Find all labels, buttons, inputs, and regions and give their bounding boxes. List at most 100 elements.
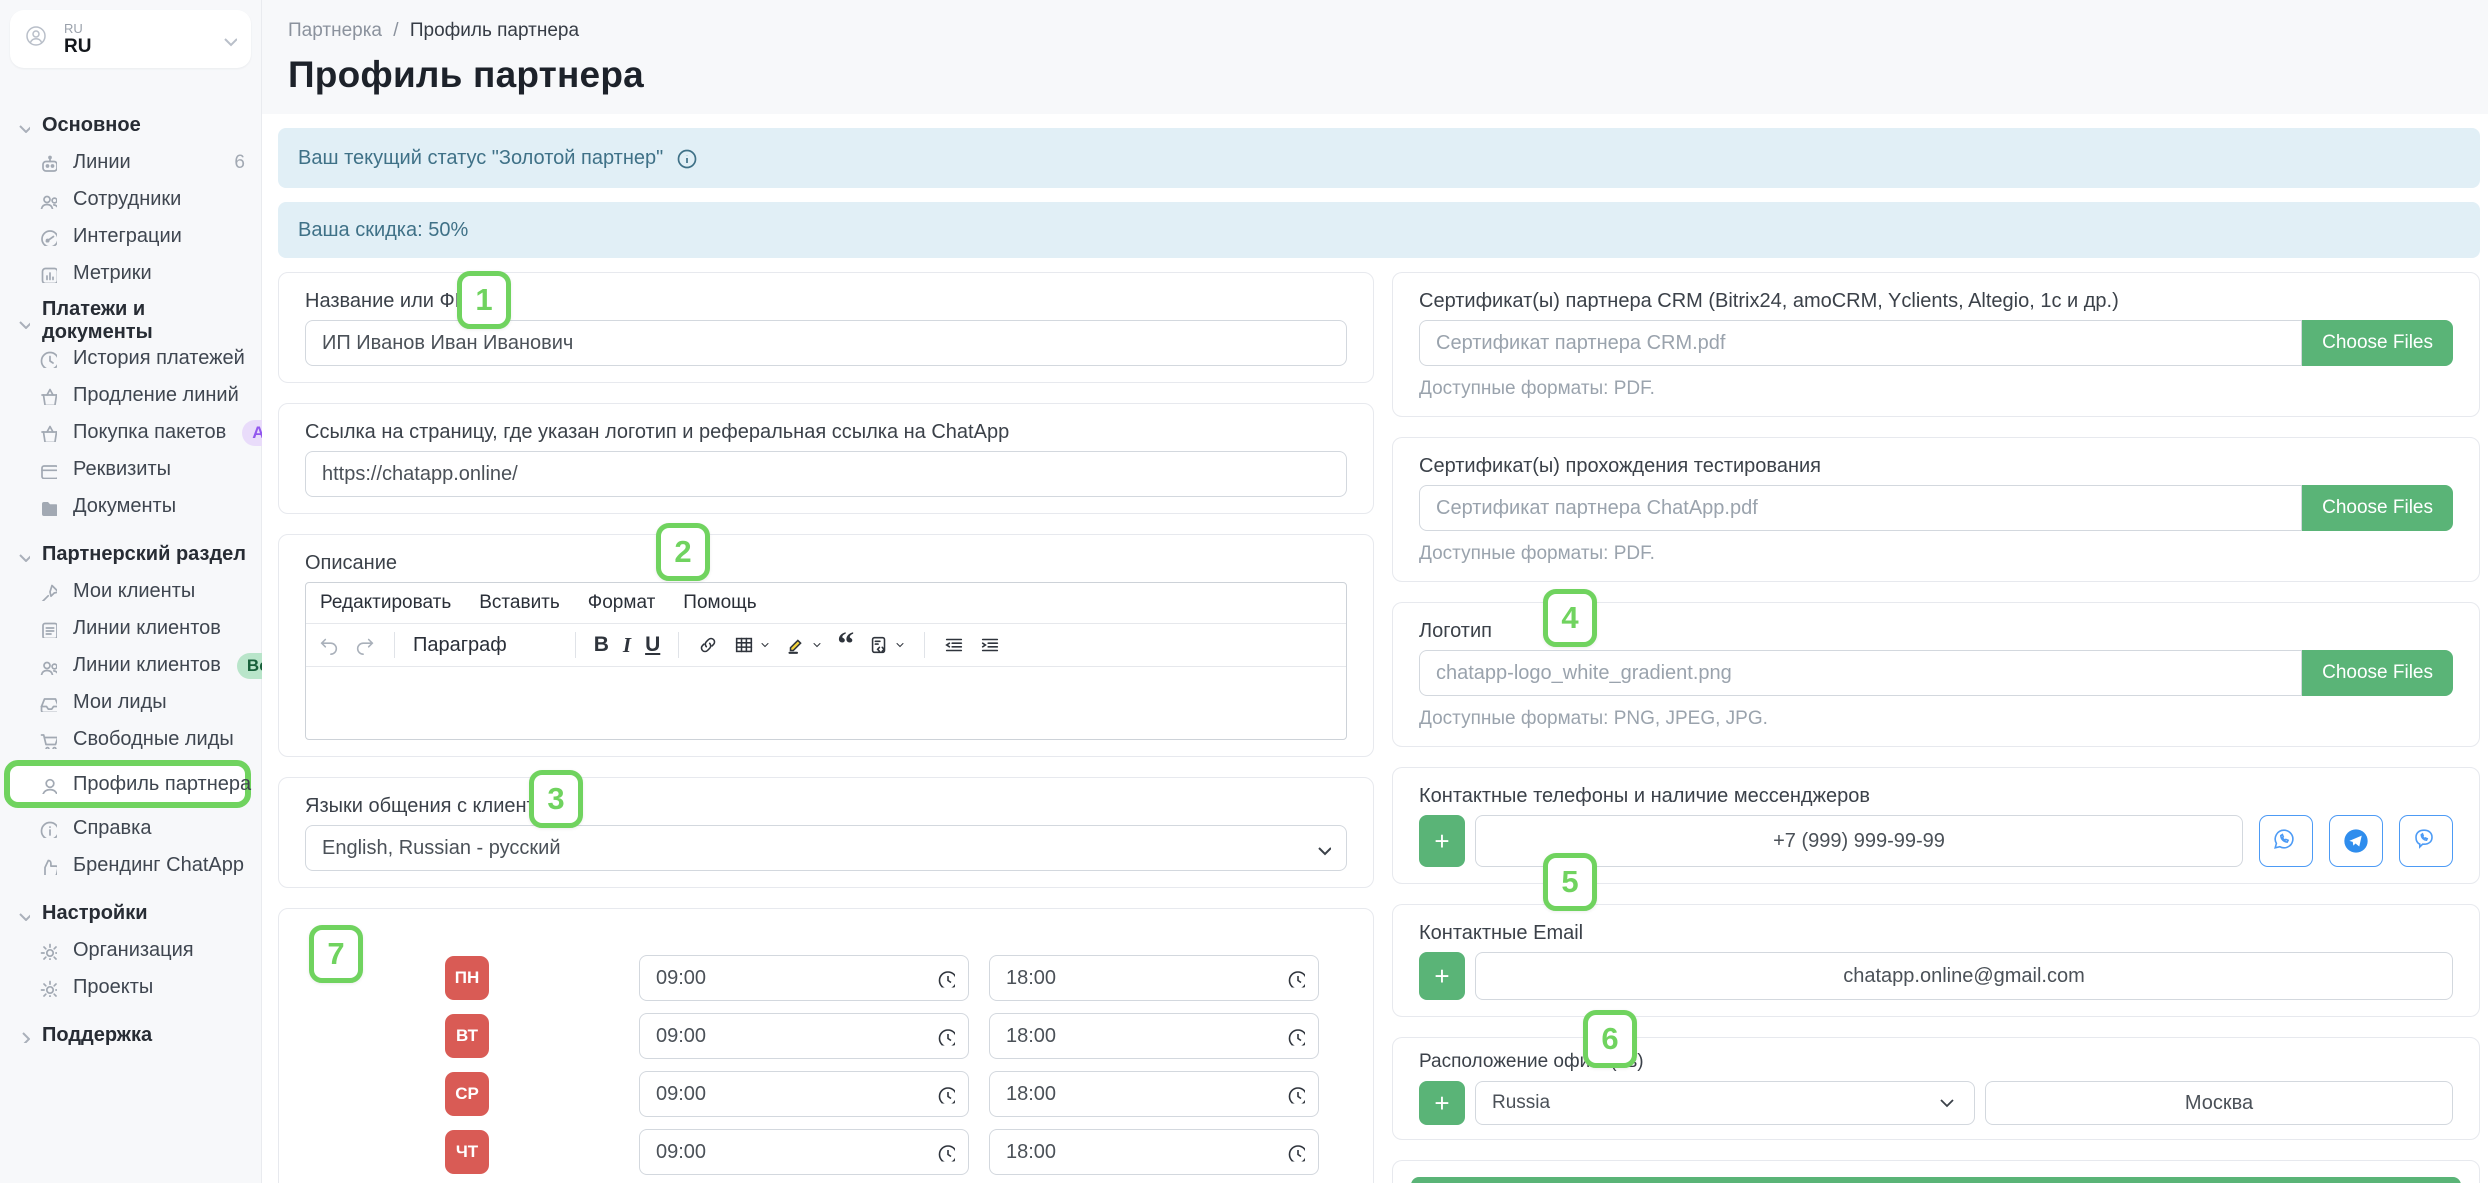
highlight-color-button[interactable]	[785, 634, 823, 656]
choose-files-button[interactable]: Choose Files	[2302, 320, 2453, 366]
cert-test-file-input[interactable]	[1419, 485, 2302, 531]
sidebar-section-payments[interactable]: Платежи и документы	[0, 302, 261, 340]
count-badge: 6	[234, 152, 245, 174]
info-icon[interactable]	[675, 147, 698, 170]
menu-help[interactable]: Помощь	[683, 592, 756, 614]
add-office-button[interactable]: +	[1419, 1081, 1465, 1125]
sidebar-item-client-lines-beta[interactable]: Линии клиентов Beta	[0, 647, 261, 684]
language-selector[interactable]: RU RU	[10, 10, 251, 68]
time-from-field[interactable]	[639, 955, 969, 1001]
languages-select-value[interactable]	[305, 825, 1347, 871]
time-to-input[interactable]	[989, 1129, 1319, 1175]
undo-button[interactable]	[318, 634, 340, 656]
sidebar-section-partner[interactable]: Партнерский раздел	[0, 535, 261, 573]
sidebar-item-client-lines[interactable]: Линии клиентов	[0, 610, 261, 647]
cert-crm-file-field: Choose Files	[1419, 320, 2453, 366]
time-from-input[interactable]	[639, 1129, 969, 1175]
time-from-field[interactable]	[639, 1129, 969, 1175]
gear-icon	[38, 941, 57, 960]
email-input[interactable]	[1475, 952, 2453, 1000]
referral-link-input[interactable]	[305, 451, 1347, 497]
day-toggle-thu[interactable]: ЧТ	[445, 1130, 489, 1174]
logo-hint: Доступные форматы: PNG, JPEG, JPG.	[1419, 708, 2453, 730]
whatsapp-toggle-button[interactable]	[2259, 815, 2313, 867]
time-to-input[interactable]	[989, 955, 1319, 1001]
day-toggle-mon[interactable]: ПН	[445, 956, 489, 1000]
sidebar-item-branding[interactable]: Брендинг ChatApp	[0, 847, 261, 884]
emails-label: Контактные Email	[1419, 921, 2453, 945]
sidebar-item-metrics[interactable]: Метрики	[0, 255, 261, 292]
sidebar-item-free-leads[interactable]: Свободные лиды	[0, 721, 261, 758]
breadcrumb-root[interactable]: Партнерка	[288, 20, 382, 41]
underline-button[interactable]: U	[645, 633, 660, 657]
insert-table-button[interactable]	[733, 634, 771, 656]
cert-crm-file-input[interactable]	[1419, 320, 2302, 366]
sidebar-item-buy-packages[interactable]: Покупка пакетов AI	[0, 414, 261, 451]
sidebar-item-line-renewal[interactable]: Продление линий	[0, 377, 261, 414]
time-to-field[interactable]	[989, 1129, 1319, 1175]
viber-toggle-button[interactable]	[2399, 815, 2453, 867]
outdent-button[interactable]	[943, 634, 965, 656]
cert-test-file-field: Choose Files	[1419, 485, 2453, 531]
indent-button[interactable]	[979, 634, 1001, 656]
country-select[interactable]	[1475, 1081, 1975, 1125]
sidebar-item-my-clients[interactable]: Мои клиенты	[0, 573, 261, 610]
day-toggle-wed[interactable]: СР	[445, 1072, 489, 1116]
time-to-input[interactable]	[989, 1071, 1319, 1117]
editor-content-area[interactable]	[306, 667, 1346, 739]
sidebar-item-lines[interactable]: Линии 6	[0, 144, 261, 181]
blockquote-button[interactable]: “	[837, 635, 854, 655]
time-from-input[interactable]	[639, 1071, 969, 1117]
logo-file-input[interactable]	[1419, 650, 2302, 696]
menu-edit[interactable]: Редактировать	[320, 592, 451, 614]
day-toggle-tue[interactable]: ВТ	[445, 1014, 489, 1058]
sidebar-item-help[interactable]: Справка	[0, 810, 261, 847]
menu-format[interactable]: Формат	[588, 592, 656, 614]
sidebar-item-documents[interactable]: Документы	[0, 488, 261, 525]
sidebar-item-payment-history[interactable]: История платежей	[0, 340, 261, 377]
time-to-input[interactable]	[989, 1013, 1319, 1059]
sidebar-item-requisites[interactable]: Реквизиты	[0, 451, 261, 488]
sidebar-item-partner-profile[interactable]: Профиль партнера	[4, 760, 251, 808]
annotation-5: 5	[1543, 853, 1597, 911]
country-select-value[interactable]	[1475, 1081, 1975, 1125]
users-icon	[38, 190, 57, 209]
cert-crm-hint: Доступные форматы: PDF.	[1419, 378, 2453, 400]
breadcrumb: Партнерка / Профиль партнера	[288, 20, 2488, 42]
sidebar-item-projects[interactable]: Проекты	[0, 969, 261, 1006]
city-input[interactable]	[1985, 1081, 2453, 1125]
sidebar-item-integrations[interactable]: Интеграции	[0, 218, 261, 255]
name-input[interactable]	[305, 320, 1347, 366]
cert-crm-card: Сертификат(ы) партнера CRM (Bitrix24, am…	[1392, 272, 2480, 417]
sidebar-section-main[interactable]: Основное	[0, 106, 261, 144]
choose-files-button[interactable]: Choose Files	[2302, 650, 2453, 696]
language-code-label: RU	[64, 22, 219, 36]
time-to-field[interactable]	[989, 1071, 1319, 1117]
annotation-4: 4	[1543, 589, 1597, 647]
sidebar-item-my-leads[interactable]: Мои лиды	[0, 684, 261, 721]
time-from-field[interactable]	[639, 1013, 969, 1059]
time-to-field[interactable]	[989, 1013, 1319, 1059]
redo-button[interactable]	[354, 634, 376, 656]
languages-select[interactable]	[305, 825, 1347, 871]
time-to-field[interactable]	[989, 955, 1319, 1001]
time-from-input[interactable]	[639, 1013, 969, 1059]
sidebar-section-settings[interactable]: Настройки	[0, 894, 261, 932]
paragraph-style-dropdown[interactable]: Параграф	[413, 634, 557, 657]
italic-button[interactable]: I	[623, 633, 631, 658]
referral-link-label: Ссылка на страницу, где указан логотип и…	[305, 420, 1347, 444]
insert-link-button[interactable]	[697, 634, 719, 656]
save-profile-button[interactable]: Сохранить профиль партнера	[1411, 1177, 2461, 1183]
time-from-field[interactable]	[639, 1071, 969, 1117]
sidebar-item-employees[interactable]: Сотрудники	[0, 181, 261, 218]
add-phone-button[interactable]: +	[1419, 815, 1465, 867]
sidebar-item-organization[interactable]: Организация	[0, 932, 261, 969]
choose-files-button[interactable]: Choose Files	[2302, 485, 2453, 531]
time-from-input[interactable]	[639, 955, 969, 1001]
add-email-button[interactable]: +	[1419, 952, 1465, 1000]
bold-button[interactable]: B	[594, 633, 609, 657]
code-sample-button[interactable]	[868, 634, 906, 656]
sidebar-section-support[interactable]: Поддержка	[0, 1016, 261, 1054]
menu-insert[interactable]: Вставить	[479, 592, 560, 614]
telegram-toggle-button[interactable]	[2329, 815, 2383, 867]
